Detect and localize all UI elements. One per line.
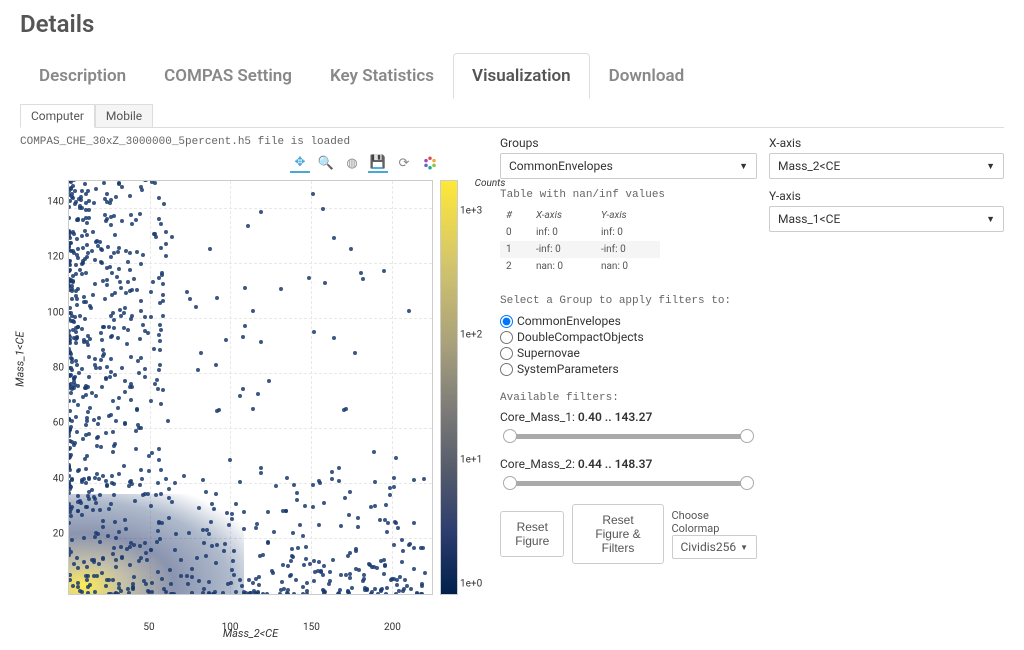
x-axis-label: Mass_2<CE — [68, 627, 433, 640]
tab-compas-setting[interactable]: COMPAS Setting — [145, 53, 311, 99]
wheel-zoom-icon[interactable]: ◍ — [342, 153, 362, 173]
x-axis-select[interactable]: Mass_2<CE — [769, 153, 1004, 179]
tab-visualization[interactable]: Visualization — [453, 53, 590, 99]
reset-figure-button[interactable]: Reset Figure — [500, 511, 564, 557]
colorbar: Counts 1e+0 1e+1 1e+2 1e+3 — [440, 180, 488, 595]
save-icon[interactable]: 💾 — [368, 153, 388, 173]
y-ticks: 20 40 60 80 100 120 140 — [38, 180, 66, 595]
page-title: Details — [20, 10, 1004, 38]
filter-group-prompt: Select a Group to apply filters to: — [500, 295, 757, 307]
filter-core-mass-1-slider[interactable] — [500, 427, 757, 445]
plot-toolbar: ✥ 🔍 ◍ 💾 ⟳ — [20, 153, 490, 173]
tab-description[interactable]: Description — [20, 53, 145, 99]
subtab-mobile[interactable]: Mobile — [95, 104, 153, 127]
radio-supernovae[interactable] — [500, 347, 513, 360]
zoom-icon[interactable]: 🔍 — [316, 153, 336, 173]
available-filters-label: Available filters: — [500, 392, 757, 404]
scatter-plot[interactable]: Mass_1<CE 20 40 60 80 100 120 140 — [20, 175, 490, 640]
radio-commonenvelopes[interactable] — [500, 315, 513, 328]
pan-icon[interactable]: ✥ — [290, 153, 310, 173]
colormap-label: Choose Colormap — [672, 509, 758, 535]
groups-label: Groups — [500, 136, 757, 150]
tab-key-statistics[interactable]: Key Statistics — [311, 53, 453, 99]
radio-systemparameters[interactable] — [500, 363, 513, 376]
sub-tabs: Computer Mobile — [20, 104, 1004, 128]
x-axis-select-label: X-axis — [769, 136, 1004, 150]
y-axis-select[interactable]: Mass_1<CE — [769, 206, 1004, 232]
bokeh-logo-icon[interactable] — [420, 153, 440, 173]
colormap-select[interactable]: Cividis256 — [672, 535, 758, 559]
reset-figure-filters-button[interactable]: Reset Figure & Filters — [572, 504, 663, 564]
tab-download[interactable]: Download — [590, 53, 703, 99]
filter-core-mass-2-slider[interactable] — [500, 474, 757, 492]
file-status: COMPAS_CHE_30xZ_3000000_5percent.h5 file… — [20, 136, 490, 148]
nan-table-title: Table with nan/inf values — [500, 189, 757, 201]
radio-doublecompactobjects[interactable] — [500, 331, 513, 344]
groups-select[interactable]: CommonEnvelopes — [500, 153, 757, 179]
reset-icon[interactable]: ⟳ — [394, 153, 414, 173]
y-axis-select-label: Y-axis — [769, 189, 1004, 203]
main-tabs: Description COMPAS Setting Key Statistic… — [20, 53, 1004, 99]
filter-group-radios: CommonEnvelopes DoubleCompactObjects Sup… — [500, 313, 757, 377]
subtab-computer[interactable]: Computer — [20, 104, 95, 128]
filter-core-mass-2-label: Core_Mass_2: 0.44 .. 148.37 — [500, 457, 757, 471]
y-axis-label: Mass_1<CE — [14, 331, 27, 386]
filter-core-mass-1-label: Core_Mass_1: 0.40 .. 143.27 — [500, 410, 757, 424]
nan-table: #X-axisY-axis 0inf: 0inf: 0 1-inf: 0-inf… — [500, 207, 660, 275]
